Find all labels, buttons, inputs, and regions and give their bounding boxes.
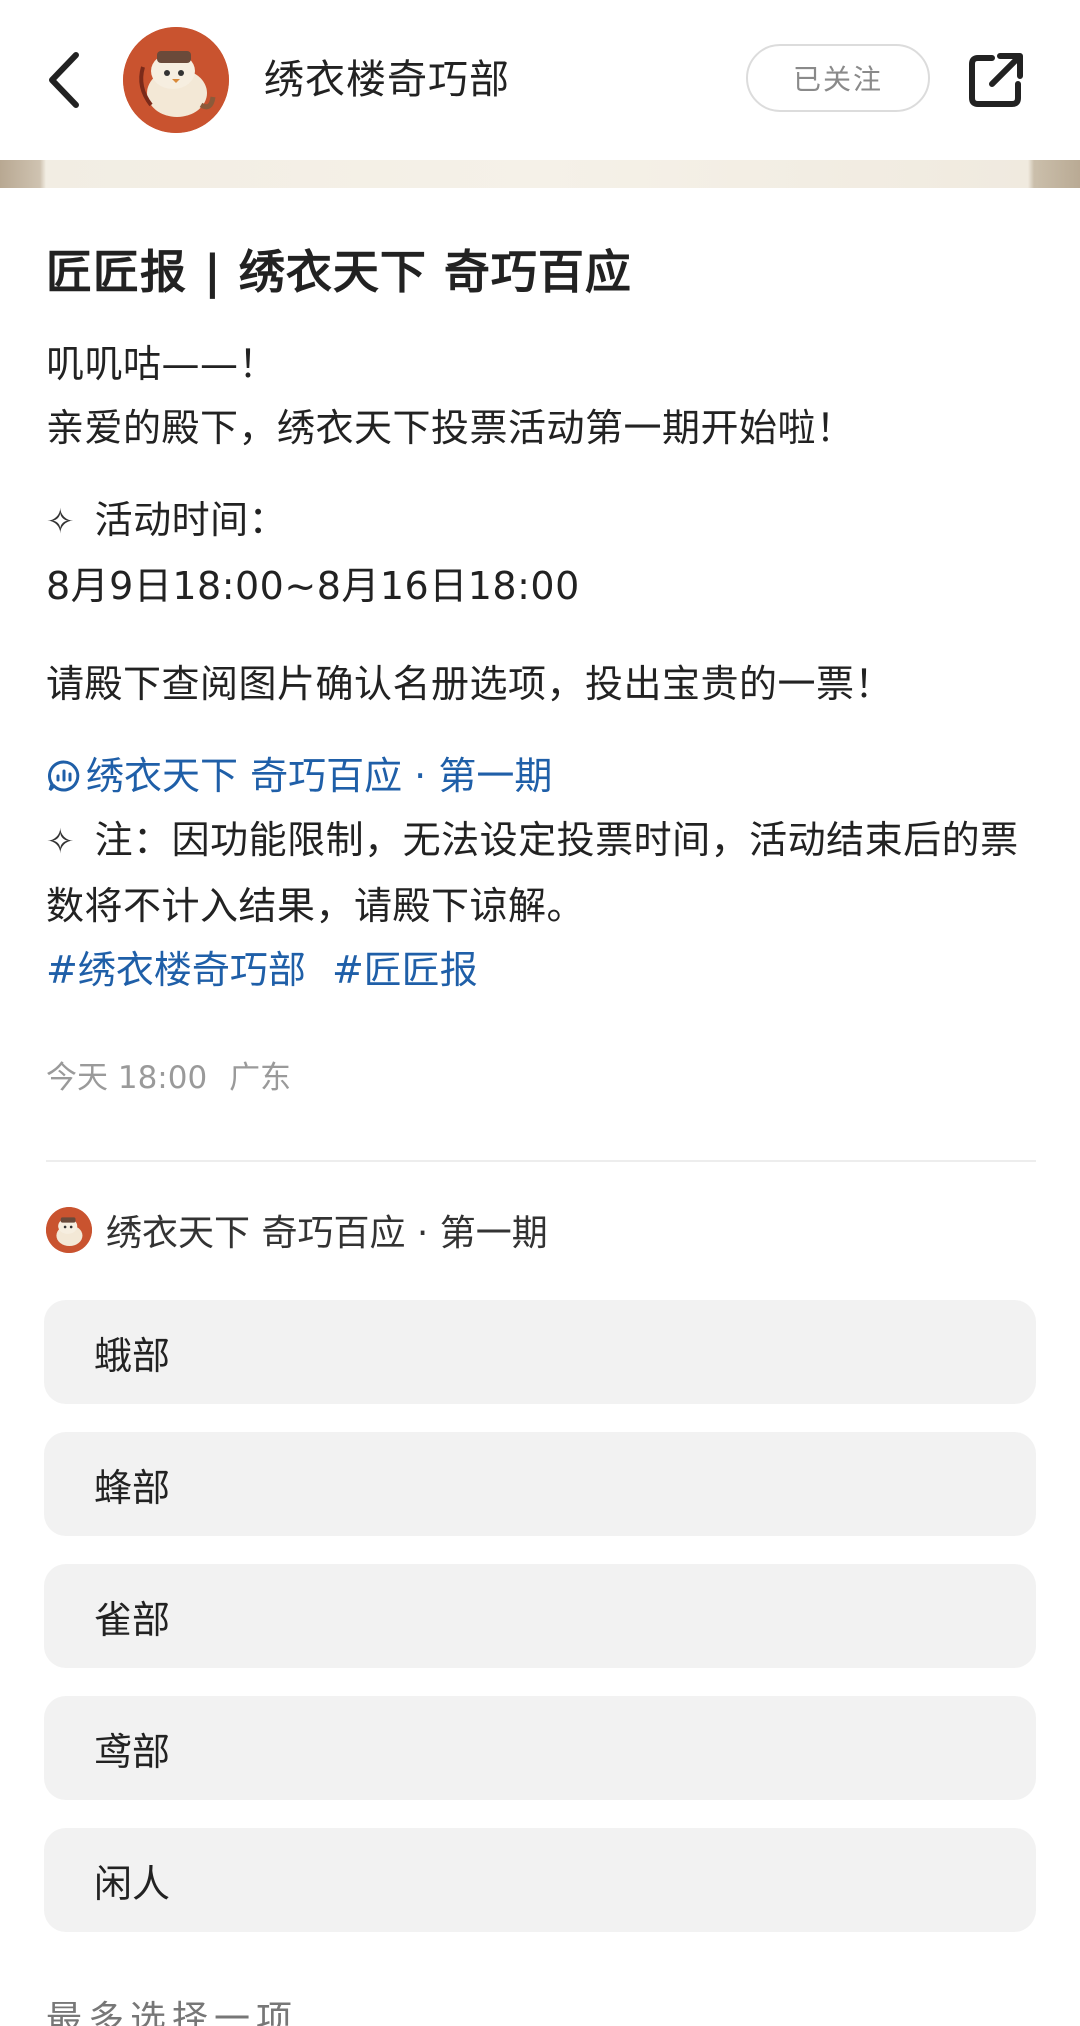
top-bar: 绣衣楼奇巧部 已关注 <box>0 0 1080 160</box>
share-button[interactable] <box>966 50 1026 110</box>
hashtag-link[interactable]: #匠匠报 <box>332 948 478 992</box>
activity-time-label: 活动时间： <box>94 498 288 542</box>
post-line-announcement: 亲爱的殿下，绣衣天下投票活动第一期开始啦！ <box>46 406 855 450</box>
bird-mascot-icon <box>123 27 229 133</box>
poll-header: 绣衣天下 奇巧百应 · 第一期 <box>46 1204 548 1256</box>
vote-icon <box>48 760 80 792</box>
post-line-greeting: 叽叽咕——！ <box>46 342 278 386</box>
post-title: 匠匠报 | 绣衣天下 奇巧百应 <box>46 245 632 299</box>
hashtag-row: #绣衣楼奇巧部 #匠匠报 <box>46 938 1036 1002</box>
share-icon <box>969 53 1023 107</box>
poll-footer-text: 最多选择一项 <box>46 1999 299 2026</box>
post-content: 匠匠报 | 绣衣天下 奇巧百应 叽叽咕——！ 亲爱的殿下，绣衣天下投票活动第一期… <box>46 188 1036 1100</box>
divider <box>46 1160 1036 1162</box>
post-instruction: 请殿下查阅图片确认名册选项，投出宝贵的一票！ <box>46 662 894 706</box>
vote-link-text: 绣衣天下 奇巧百应 · 第一期 <box>86 754 553 798</box>
back-button[interactable] <box>36 44 92 116</box>
poll-option[interactable]: 蛾部 <box>44 1300 1036 1404</box>
account-avatar[interactable] <box>123 27 229 133</box>
post-time: 今天 18:00 <box>46 1060 208 1096</box>
poll-title: 绣衣天下 奇巧百应 · 第一期 <box>106 1213 548 1254</box>
bird-mascot-icon <box>46 1207 92 1253</box>
hashtag-link[interactable]: #绣衣楼奇巧部 <box>46 948 306 992</box>
poll-options: 蛾部 蜂部 雀部 鸢部 闲人 <box>44 1300 1036 1960</box>
post-note: 注：因功能限制，无法设定投票时间，活动结束后的票数将不计入结果，请殿下谅解。 <box>46 818 1019 928</box>
post-note-row: ✧ 注：因功能限制，无法设定投票时间，活动结束后的票数将不计入结果，请殿下谅解。 <box>46 808 1036 938</box>
poll-option[interactable]: 雀部 <box>44 1564 1036 1668</box>
poll-option[interactable]: 蜂部 <box>44 1432 1036 1536</box>
sparkle-icon: ✧ <box>46 822 75 862</box>
post-location: 广东 <box>229 1060 292 1096</box>
activity-time-label-row: ✧ 活动时间： <box>46 488 1036 554</box>
post-meta: 今天 18:00 广东 <box>46 1056 1036 1100</box>
activity-time-value: 8月9日18:00~8月16日18:00 <box>46 564 580 608</box>
poll-avatar <box>46 1207 92 1253</box>
vote-link[interactable]: 绣衣天下 奇巧百应 · 第一期 <box>46 744 1036 808</box>
sparkle-icon: ✧ <box>46 502 75 542</box>
poll-option[interactable]: 闲人 <box>44 1828 1036 1932</box>
banner-image-strip <box>0 160 1080 188</box>
account-name[interactable]: 绣衣楼奇巧部 <box>264 52 510 108</box>
poll-option[interactable]: 鸢部 <box>44 1696 1036 1800</box>
follow-button[interactable]: 已关注 <box>746 44 930 112</box>
chevron-left-icon <box>49 52 79 108</box>
